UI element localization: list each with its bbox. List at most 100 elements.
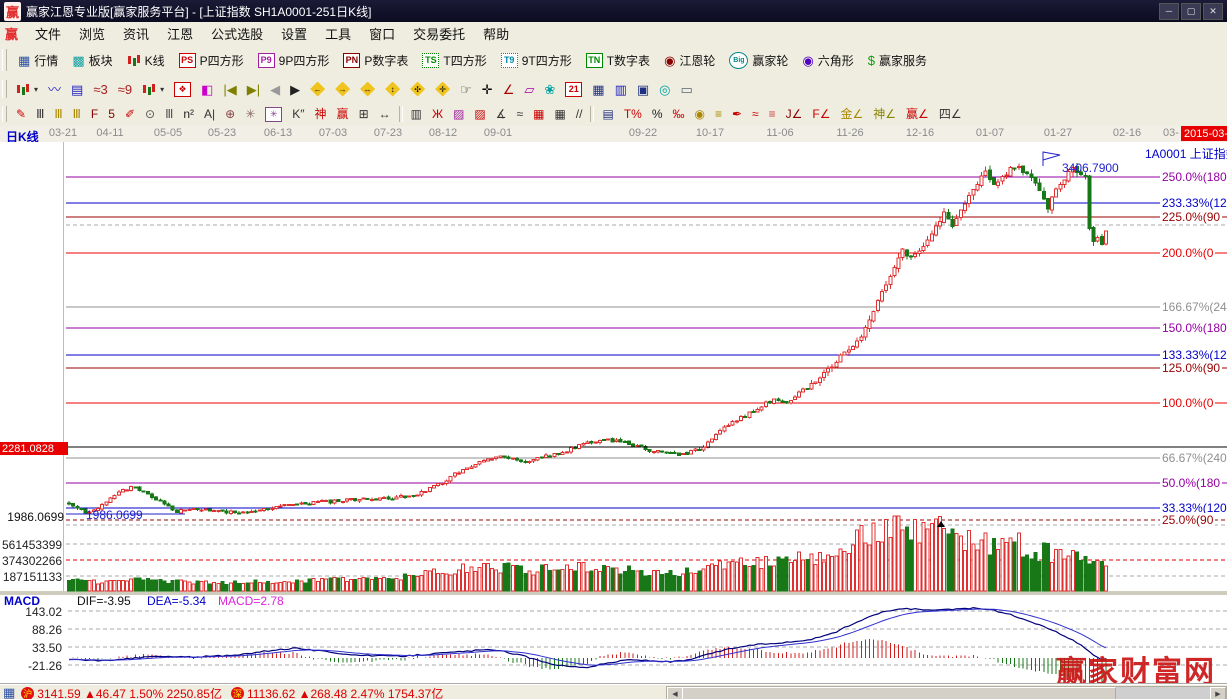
crosshair-button[interactable]: ✛ xyxy=(477,81,498,98)
gold-circle-tool[interactable]: ◉ xyxy=(689,106,709,123)
menu-window[interactable]: 窗口 xyxy=(360,22,404,45)
t-percent-tool[interactable]: T% xyxy=(619,106,647,123)
gold-band-tool[interactable]: ≡ xyxy=(764,106,781,123)
menu-settings[interactable]: 设置 xyxy=(272,22,316,45)
menu-help[interactable]: 帮助 xyxy=(474,22,518,45)
period-dropdown[interactable]: ▾ xyxy=(11,81,43,98)
menu-file[interactable]: 文件 xyxy=(26,22,70,45)
gann-wheel-button[interactable]: ◉江恩轮 xyxy=(657,49,722,72)
a-channel-tool[interactable]: A| xyxy=(199,106,220,123)
menu-browse[interactable]: 浏览 xyxy=(70,22,114,45)
sector-button[interactable]: ▩板块 xyxy=(65,49,119,72)
p-number-table-button[interactable]: PNP数字表 xyxy=(336,49,415,72)
market-grid-icon[interactable]: ▦ xyxy=(3,685,15,699)
p-square-button[interactable]: PSP四方形 xyxy=(172,49,251,72)
chart-list-tool[interactable]: ▤ xyxy=(597,106,618,123)
memo-button[interactable]: ▥ xyxy=(610,81,632,98)
n-square-tool[interactable]: n² xyxy=(178,106,199,123)
scroll-left-arrow-icon[interactable]: ◀ xyxy=(667,687,683,699)
nine-t-square-button[interactable]: T99T四方形 xyxy=(494,49,579,72)
angle-measure-button[interactable]: ∠ xyxy=(498,81,520,98)
winner-wheel-button[interactable]: Big赢家轮 xyxy=(722,49,795,72)
next-bar-button[interactable]: ▶ xyxy=(285,81,305,98)
shade-purple-tool[interactable]: ▨ xyxy=(448,106,469,123)
horizontal-scrollbar[interactable]: ◀ ▶ xyxy=(666,686,1227,699)
menu-tools[interactable]: 工具 xyxy=(316,22,360,45)
gann-lines-tool[interactable]: Ⅲ xyxy=(31,106,49,123)
maximize-button[interactable]: ▢ xyxy=(1181,3,1201,20)
five-segment-tool[interactable]: 5 xyxy=(103,106,120,123)
j-angle-tool[interactable]: J∠ xyxy=(781,106,808,123)
circle-star-tool[interactable]: ✳ xyxy=(240,106,260,123)
fib-f-tool[interactable]: F xyxy=(86,106,103,123)
mixed-chart-icon[interactable]: ◧ xyxy=(196,81,218,98)
hash-lines-tool[interactable]: Ⅲ xyxy=(160,106,178,123)
ying-tool[interactable]: 赢 xyxy=(332,106,354,123)
menu-news[interactable]: 资讯 xyxy=(114,22,158,45)
gold-ratio-tool-b[interactable]: Ⅲ xyxy=(68,106,86,123)
gold-angle-tool[interactable]: 金∠ xyxy=(836,106,869,123)
ruler-button[interactable]: ▱ xyxy=(519,81,539,98)
print-button[interactable]: ▭ xyxy=(676,81,698,98)
zigzag-tool[interactable]: ≈ xyxy=(512,106,529,123)
pencil-red-tool[interactable]: ✎ xyxy=(11,106,31,123)
last-bar-button[interactable]: ▶| xyxy=(242,81,265,98)
pan-hand-button[interactable]: ☞ xyxy=(455,81,477,98)
slash-lines-tool[interactable]: // xyxy=(571,106,588,123)
shen-tool[interactable]: 神 xyxy=(310,106,332,123)
four-angle-tool[interactable]: 四∠ xyxy=(934,106,967,123)
grid-dark-tool[interactable]: ▦ xyxy=(549,106,570,123)
scroll-right-arrow-icon[interactable]: ▶ xyxy=(1210,687,1226,699)
prev-bar-button[interactable]: ◀ xyxy=(265,81,285,98)
candle-style-dropdown[interactable]: ▾ xyxy=(137,81,169,98)
percent-tool[interactable]: % xyxy=(647,106,668,123)
scale-box-tool[interactable]: ▥ xyxy=(406,106,427,123)
grid-red-tool[interactable]: ▦ xyxy=(528,106,549,123)
calendar-button[interactable]: 21 xyxy=(560,80,587,99)
brush-red-tool[interactable]: ✐ xyxy=(120,106,140,123)
ink-brush-tool[interactable]: ✒ xyxy=(727,106,747,123)
wave-band-tool[interactable]: ≈ xyxy=(747,106,764,123)
grid-123-tool[interactable]: ⊞ xyxy=(354,106,374,123)
k-mark-tool[interactable]: K″ xyxy=(287,106,309,123)
menu-formula-stock-picker[interactable]: 公式选股 xyxy=(202,22,272,45)
first-bar-button[interactable]: |◀ xyxy=(218,81,241,98)
scrollbar-thumb[interactable] xyxy=(682,687,1116,699)
move-right-button[interactable]: → xyxy=(330,80,355,99)
menu-trade[interactable]: 交易委托 xyxy=(404,22,474,45)
zoom-out-h-button[interactable]: ↔ xyxy=(355,80,380,99)
circle-cross-tool[interactable]: ⊕ xyxy=(220,106,240,123)
angle-pen-tool[interactable]: ∡ xyxy=(491,106,512,123)
close-button[interactable]: ✕ xyxy=(1203,3,1223,20)
move-left-button[interactable]: ← xyxy=(305,80,330,99)
gold-line-tool[interactable]: ≡ xyxy=(710,106,727,123)
export-button[interactable]: ◎ xyxy=(654,81,675,98)
chart-area[interactable]: 1A0001 上证指数 2281.0828 1986.0699 1986.069… xyxy=(0,142,1227,683)
winner-service-button[interactable]: $赢家服务 xyxy=(861,49,934,72)
shen-angle-tool[interactable]: 神∠ xyxy=(868,106,901,123)
gold-ratio-tool-a[interactable]: Ⅲ xyxy=(49,106,67,123)
kline-button[interactable]: K线 xyxy=(120,49,172,72)
market-quotes-button[interactable]: ▦行情 xyxy=(11,49,65,72)
pattern-button[interactable]: ❀ xyxy=(539,81,560,98)
fit-screen-button[interactable]: ✛ xyxy=(430,80,455,99)
ying-angle-tool[interactable]: 赢∠ xyxy=(901,106,934,123)
calculator-button[interactable]: ▦ xyxy=(587,81,609,98)
expand-all-button[interactable]: ✣ xyxy=(405,80,430,99)
hexagon-button[interactable]: ◉六角形 xyxy=(795,49,860,72)
t-number-table-button[interactable]: TNT数字表 xyxy=(579,49,657,72)
t-square-button[interactable]: TST四方形 xyxy=(415,49,493,72)
shade-red-tool[interactable]: ▨ xyxy=(469,106,490,123)
minimize-button[interactable]: ─ xyxy=(1159,3,1179,20)
scribble-chart-icon[interactable]: 〰 xyxy=(43,81,66,98)
wave-3-icon[interactable]: ≈3 xyxy=(88,81,112,98)
width-span-tool[interactable]: ↔ xyxy=(374,106,396,123)
title-bar[interactable]: 赢 赢家江恩专业版[赢家服务平台] - [上证指数 SH1A0001-251日K… xyxy=(0,0,1227,22)
save-button[interactable]: ▣ xyxy=(632,81,654,98)
note-icon[interactable]: ▤ xyxy=(66,81,88,98)
zoom-in-v-button[interactable]: ↕ xyxy=(380,80,405,99)
gann-clock-tool[interactable]: ⊙ xyxy=(140,106,160,123)
square-star-tool[interactable]: ✳ xyxy=(260,105,287,124)
f-angle-tool[interactable]: F∠ xyxy=(807,106,835,123)
wave-9-icon[interactable]: ≈9 xyxy=(113,81,137,98)
